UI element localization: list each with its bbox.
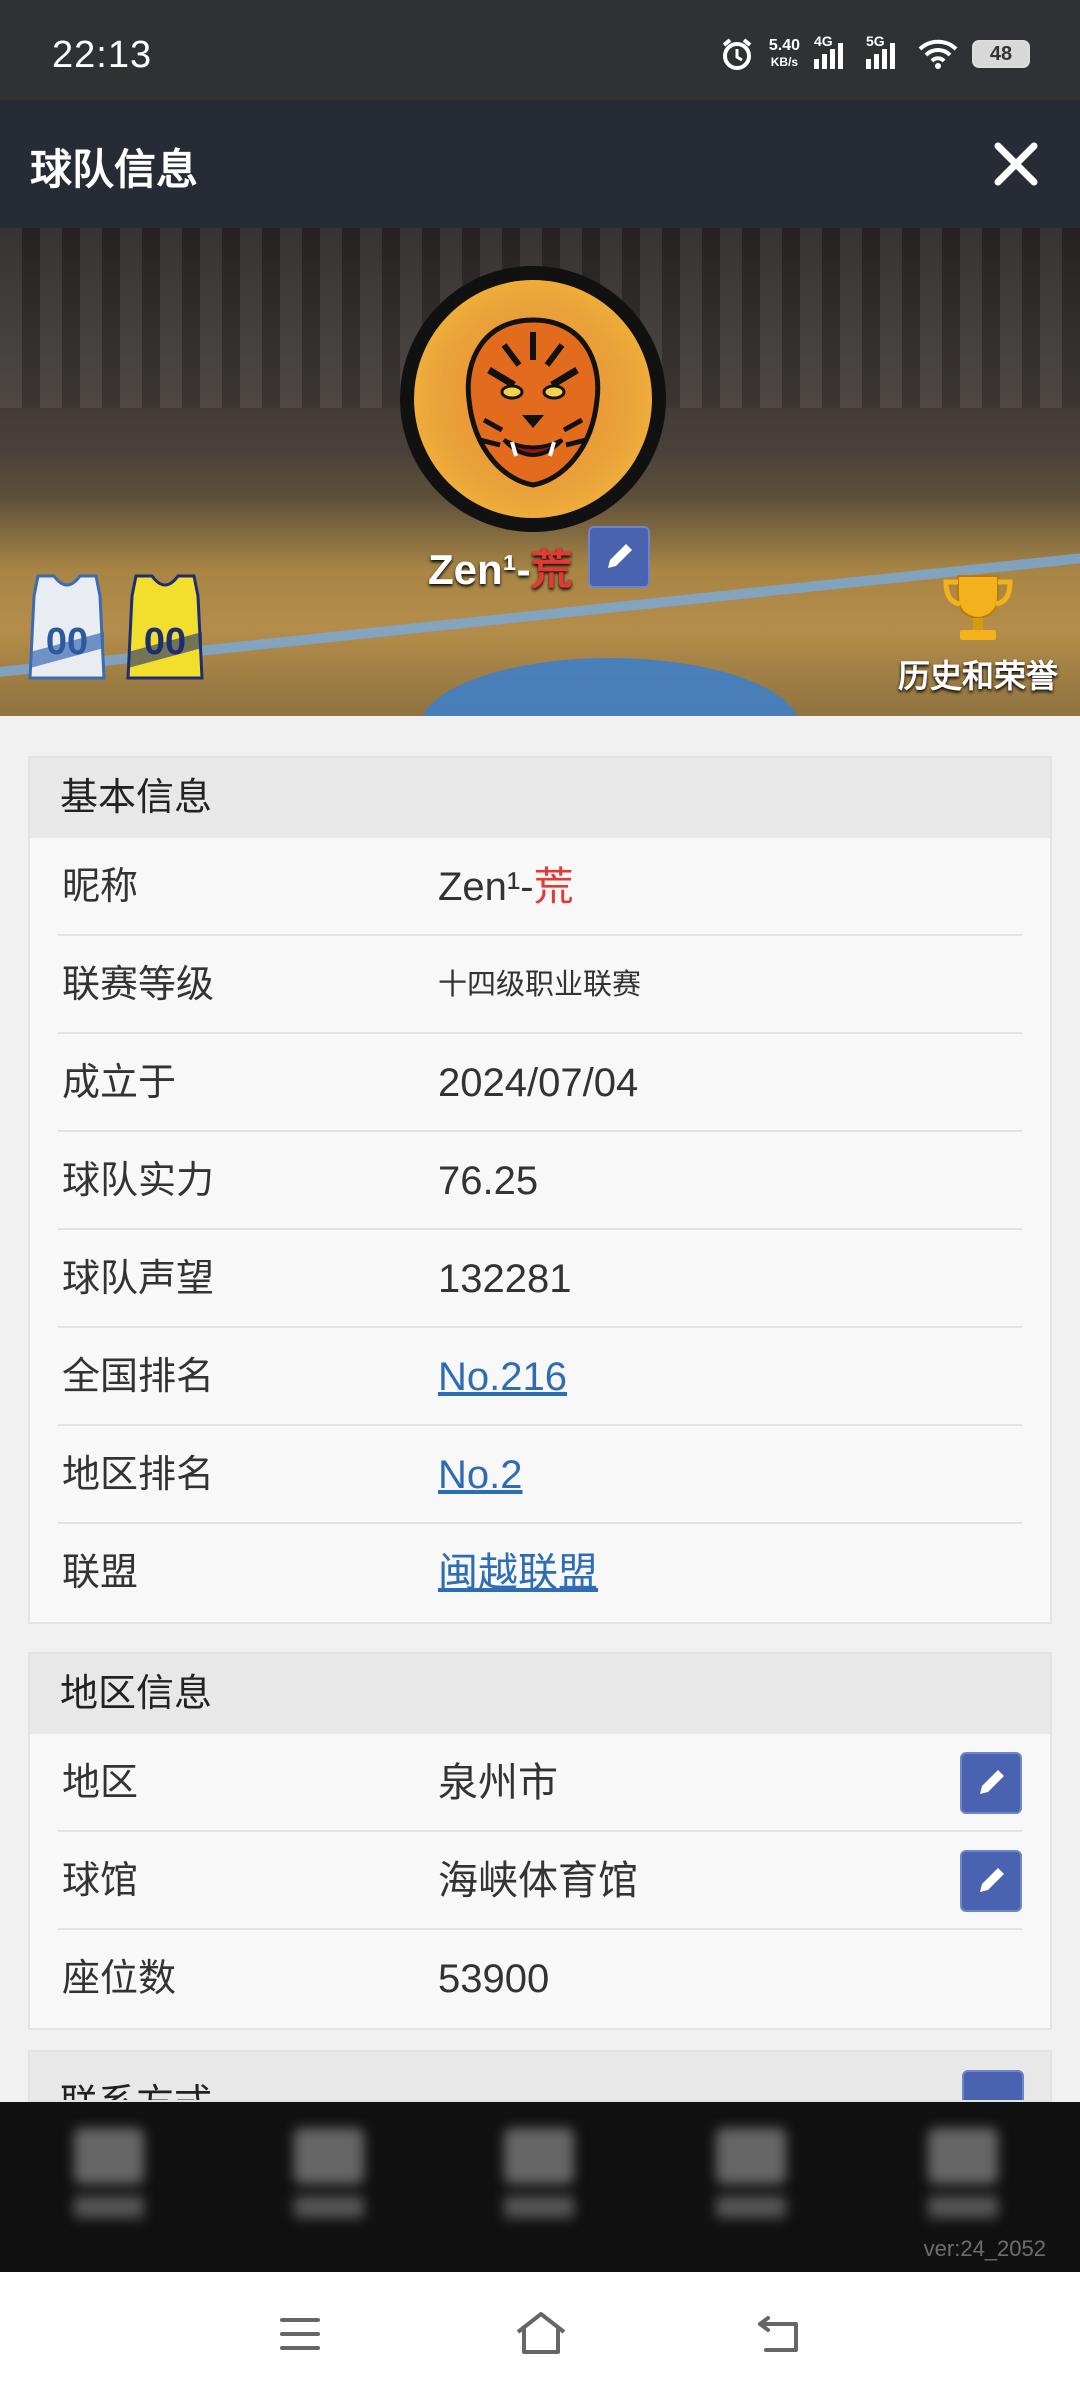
- svg-text:00: 00: [144, 621, 186, 663]
- wifi-icon: [918, 39, 958, 69]
- info-row-national-rank: 全国排名 No.216: [58, 1328, 1022, 1426]
- nav-item[interactable]: [706, 2128, 796, 2238]
- title-bar: 球队信息: [0, 100, 1080, 228]
- signal-icon: 4G: [814, 33, 852, 69]
- info-row-arena: 球馆 海峡体育馆: [58, 1832, 1022, 1930]
- status-bar: 22:13 5.40 KB/s 4G 5G 48: [0, 0, 1080, 100]
- bottom-nav: ver:24_2052: [0, 2102, 1080, 2272]
- battery-icon: 48: [972, 40, 1030, 68]
- basic-info-title: 基本信息: [30, 758, 1050, 838]
- regional-rank-link[interactable]: No.2: [438, 1426, 523, 1524]
- nav-item[interactable]: [284, 2128, 374, 2238]
- page-title: 球队信息: [30, 146, 199, 193]
- close-icon[interactable]: [988, 136, 1044, 192]
- edit-arena-button[interactable]: [960, 1850, 1022, 1912]
- jersey-icon[interactable]: 00: [24, 572, 110, 682]
- tiger-icon: [465, 317, 601, 488]
- founded-value: 2024/07/04: [438, 1061, 639, 1105]
- strength-value: 76.25: [438, 1159, 539, 1203]
- alliance-link[interactable]: 闽越联盟: [438, 1524, 598, 1622]
- info-row-alliance: 联盟 闽越联盟: [58, 1524, 1022, 1622]
- info-row-strength: 球队实力 76.25: [58, 1132, 1022, 1230]
- back-icon[interactable]: [756, 2312, 802, 2354]
- nav-item[interactable]: [494, 2128, 584, 2238]
- region-value: 泉州市: [438, 1761, 558, 1805]
- arena-value: 海峡体育馆: [438, 1859, 638, 1903]
- system-nav-bar: [0, 2272, 1080, 2400]
- nav-item[interactable]: [918, 2128, 1008, 2238]
- league-level-value: 十四级职业联赛: [438, 969, 642, 1001]
- court-circle: [420, 658, 800, 716]
- status-icons: 5.40 KB/s 4G 5G 48: [719, 33, 1030, 72]
- basic-info-card: 基本信息 昵称 Zen¹-荒 联赛等级 十四级职业联赛 成立于 2024/07/…: [28, 756, 1052, 1624]
- pencil-icon: [980, 1770, 1004, 1794]
- edit-contact-button[interactable]: [962, 2070, 1024, 2100]
- contact-info-title: 联系方式: [60, 2072, 212, 2100]
- pencil-icon: [608, 544, 632, 568]
- edit-region-button[interactable]: [960, 1752, 1022, 1814]
- reputation-value: 132281: [438, 1257, 572, 1301]
- team-logo: [400, 266, 666, 532]
- nav-item[interactable]: [64, 2128, 154, 2238]
- svg-text:00: 00: [46, 621, 88, 663]
- nickname-value: Zen¹-荒: [438, 865, 574, 909]
- info-row-seats: 座位数 53900: [58, 1930, 1022, 2028]
- info-row-league-level: 联赛等级 十四级职业联赛: [58, 936, 1022, 1034]
- seats-value: 53900: [438, 1957, 550, 2001]
- signal-icon: 5G: [866, 33, 904, 69]
- national-rank-link[interactable]: No.216: [438, 1328, 567, 1426]
- jersey-icon[interactable]: 00: [122, 572, 208, 682]
- version-label: ver:24_2052: [923, 2236, 1046, 2261]
- status-time: 22:13: [52, 34, 153, 76]
- info-row-founded: 成立于 2024/07/04: [58, 1034, 1022, 1132]
- alarm-icon: [722, 38, 752, 70]
- region-info-title: 地区信息: [30, 1654, 1050, 1734]
- net-speed: 5.40 KB/s: [768, 37, 800, 70]
- info-row-nickname: 昵称 Zen¹-荒: [58, 838, 1022, 936]
- home-icon[interactable]: [514, 2310, 568, 2356]
- info-row-region: 地区 泉州市: [58, 1734, 1022, 1832]
- team-banner: Zen¹-荒 00 00 历史和荣誉: [0, 228, 1080, 716]
- edit-team-name-button[interactable]: [588, 526, 650, 588]
- history-honors-button[interactable]: 历史和荣誉: [888, 572, 1068, 697]
- contact-info-card: 联系方式: [28, 2050, 1052, 2102]
- region-info-card: 地区信息 地区 泉州市 球馆 海峡体育馆 座位数 53900: [28, 1652, 1052, 2030]
- team-name: Zen¹-荒: [428, 546, 573, 593]
- trophy-icon: [943, 575, 1013, 640]
- info-row-reputation: 球队声望 132281: [58, 1230, 1022, 1328]
- info-row-regional-rank: 地区排名 No.2: [58, 1426, 1022, 1524]
- menu-icon[interactable]: [278, 2314, 322, 2354]
- pencil-icon: [980, 1868, 1004, 1892]
